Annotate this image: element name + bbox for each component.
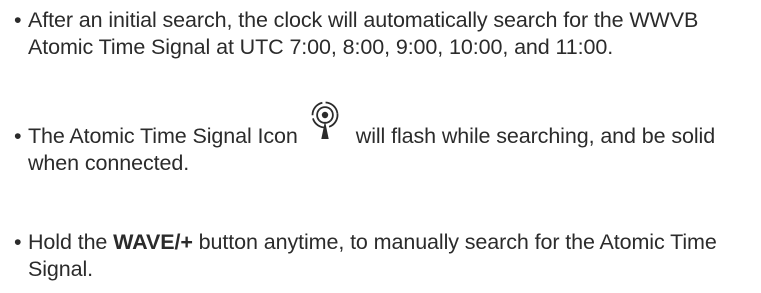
- atomic-time-signal-icon: [308, 101, 342, 150]
- bullet-text-before-bold: Hold the: [28, 230, 114, 254]
- bullet-item-auto-search: • After an initial search, the clock wil…: [14, 7, 744, 61]
- bullet-text: Hold the WAVE/+ button anytime, to manua…: [14, 229, 744, 283]
- bullet-text: After an initial search, the clock will …: [28, 8, 699, 59]
- instruction-document: • After an initial search, the clock wil…: [0, 0, 761, 293]
- bullet-marker: •: [14, 8, 22, 32]
- bullet-item-manual-search: • Hold the WAVE/+ button anytime, to man…: [14, 229, 744, 283]
- bullet-text-before-icon: The Atomic Time Signal Icon: [28, 124, 298, 148]
- bullet-item-signal-icon: • The Atomic Time Signal Icon will flash…: [14, 101, 744, 177]
- wave-plus-button-label: WAVE/+: [113, 230, 193, 254]
- bullet-marker: •: [14, 124, 22, 148]
- bullet-marker: •: [14, 230, 22, 254]
- bullet-text: The Atomic Time Signal Icon will flash w…: [14, 101, 744, 177]
